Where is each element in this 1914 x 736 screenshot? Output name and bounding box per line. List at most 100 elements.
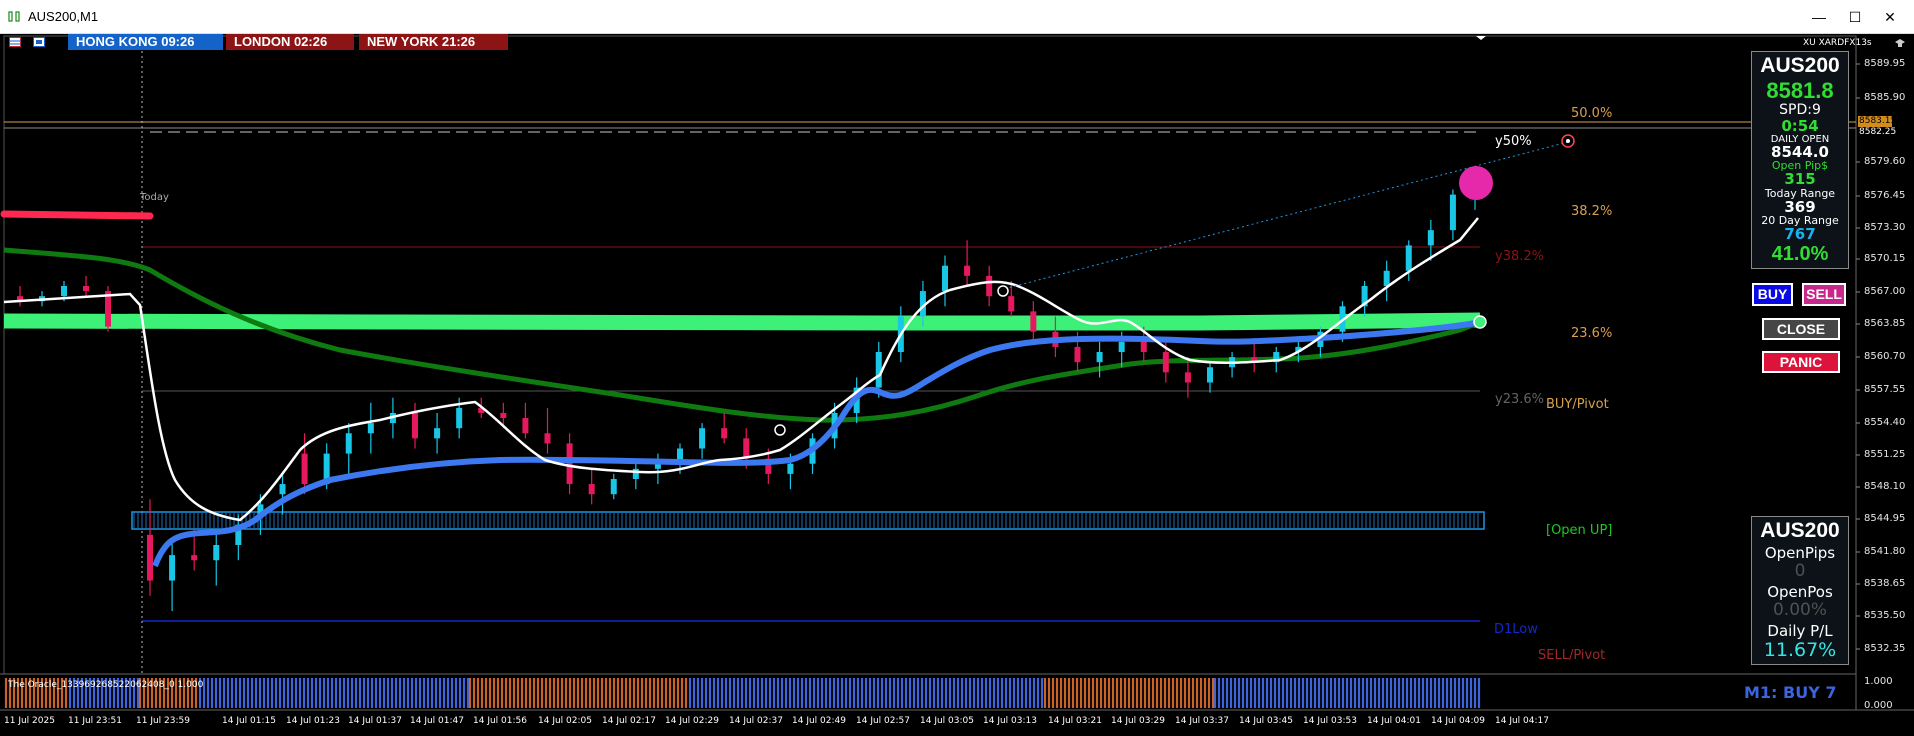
candle-body	[566, 443, 573, 485]
signal-marker	[997, 285, 1009, 297]
candle-body	[743, 438, 750, 459]
time-tick: 14 Jul 03:37	[1175, 716, 1229, 726]
window-titlebar: AUS200,M1 — ☐ ✕	[0, 0, 1914, 34]
price-marker-upper: 8583.15	[1858, 116, 1897, 127]
settings-icon[interactable]	[33, 37, 45, 47]
time-tick: 14 Jul 04:17	[1495, 716, 1549, 726]
shift-marker	[1476, 36, 1486, 40]
time-tick: 14 Jul 02:29	[665, 716, 719, 726]
candle-body	[345, 433, 352, 454]
buy-button[interactable]: BUY	[1752, 283, 1793, 306]
indicator-bars-buy	[68, 678, 1481, 708]
chart-window-icon	[8, 11, 20, 22]
candle-body	[1030, 311, 1037, 332]
price-tick: 8589.95	[1864, 58, 1906, 69]
price-tick: 8579.60	[1864, 156, 1906, 167]
pos-open-pos: 0.00%	[1772, 600, 1827, 620]
time-tick: 14 Jul 01:37	[348, 716, 402, 726]
candle-body	[147, 534, 153, 581]
table-icon[interactable]	[9, 37, 21, 47]
time-tick: 14 Jul 02:49	[792, 716, 846, 726]
price-tick: 8538.65	[1864, 578, 1906, 589]
candle-body	[301, 453, 308, 485]
candle-body	[500, 412, 507, 419]
pos-open-pips: 0	[1794, 561, 1806, 581]
info-range-ratio: 41.0%	[1771, 243, 1829, 265]
time-tick: 14 Jul 01:15	[222, 716, 276, 726]
candle-body	[169, 555, 176, 581]
candle-body	[1449, 194, 1456, 231]
candle-body	[632, 468, 639, 479]
candle-body	[1074, 346, 1081, 363]
candle-body	[61, 286, 67, 297]
session-new-york: NEW YORK 21:26	[359, 34, 508, 50]
info-panel: AUS200 8581.8 SPD:9 0:54 DAILY OPEN 8544…	[1751, 51, 1849, 269]
time-tick: 14 Jul 03:05	[920, 716, 974, 726]
today-marker-label: Today	[140, 192, 169, 203]
fib-label-y50: y50%	[1495, 134, 1532, 149]
time-tick: 14 Jul 02:05	[538, 716, 592, 726]
red-ma-line	[0, 210, 154, 220]
time-tick: 14 Jul 04:09	[1431, 716, 1485, 726]
candle-body	[721, 428, 728, 439]
sell-pivot-label: SELL/Pivot	[1538, 648, 1606, 663]
candle-body	[1427, 230, 1434, 246]
candle-body	[213, 544, 220, 561]
info-20day-range: 767	[1784, 225, 1816, 243]
price-chart[interactable]	[0, 34, 1914, 736]
green-band	[3, 312, 1481, 331]
candle-body	[588, 484, 595, 495]
price-tick: 8535.50	[1864, 610, 1906, 621]
candle-body	[787, 463, 794, 474]
fib-label-236: 23.6%	[1571, 326, 1613, 341]
pos-open-pos-label: OpenPos	[1767, 583, 1833, 601]
candle-body	[1008, 296, 1015, 312]
panic-button[interactable]: PANIC	[1762, 351, 1840, 373]
price-tick: 8557.55	[1864, 384, 1906, 395]
candle-body	[522, 418, 529, 434]
d1low-label: D1Low	[1494, 622, 1538, 637]
candle-body	[412, 412, 418, 439]
session-hong-kong: HONG KONG 09:26	[68, 34, 223, 50]
candle-body	[1096, 352, 1103, 363]
candle-body	[434, 428, 441, 439]
fib-label-y236: y23.6%	[1495, 392, 1544, 407]
indicator-name: The Oracle_133969268522062408_0 1.000	[8, 680, 204, 690]
close-window-button[interactable]: ✕	[1868, 4, 1912, 30]
price-tick: 8554.40	[1864, 417, 1906, 428]
candle-body	[610, 478, 617, 495]
candle-body	[544, 433, 551, 444]
time-tick: 14 Jul 02:57	[856, 716, 910, 726]
indicator-signal: M1: BUY 7	[1744, 683, 1837, 702]
candle-body	[875, 352, 882, 388]
info-spread: SPD:9	[1779, 102, 1821, 118]
close-button[interactable]: CLOSE	[1762, 318, 1840, 340]
price-bubble	[1459, 166, 1493, 200]
time-tick: 14 Jul 01:47	[410, 716, 464, 726]
candle-body	[942, 265, 948, 292]
open-up-label: [Open UP]	[1546, 523, 1613, 538]
time-tick: 14 Jul 03:21	[1048, 716, 1102, 726]
candle-body	[1405, 245, 1412, 271]
time-tick: 14 Jul 01:23	[286, 716, 340, 726]
candle-body	[191, 555, 198, 561]
signal-marker	[774, 424, 786, 436]
price-marker-lower: 8582.25	[1858, 127, 1897, 138]
trend-line	[999, 141, 1569, 291]
candle-body	[1118, 341, 1125, 353]
sell-button[interactable]: SELL	[1802, 283, 1846, 306]
ind-axis-min: 0.000	[1864, 700, 1893, 711]
time-tick: 11 Jul 23:59	[136, 716, 190, 726]
buy-pivot-label: BUY/Pivot	[1546, 397, 1609, 412]
broker-label: XU XARDFX13s	[1803, 38, 1872, 48]
candle-body	[1162, 352, 1169, 373]
time-tick: 14 Jul 03:29	[1111, 716, 1165, 726]
candle-body	[1140, 341, 1147, 353]
time-tick: 11 Jul 23:51	[68, 716, 122, 726]
time-tick: 14 Jul 02:37	[729, 716, 783, 726]
time-tick: 11 Jul 2025	[4, 716, 55, 726]
price-tick: 8576.45	[1864, 190, 1906, 201]
info-price: 8581.8	[1766, 78, 1834, 103]
position-panel: AUS200 OpenPips 0 OpenPos 0.00% Daily P/…	[1751, 516, 1849, 665]
fib-label-50: 50.0%	[1571, 106, 1613, 121]
